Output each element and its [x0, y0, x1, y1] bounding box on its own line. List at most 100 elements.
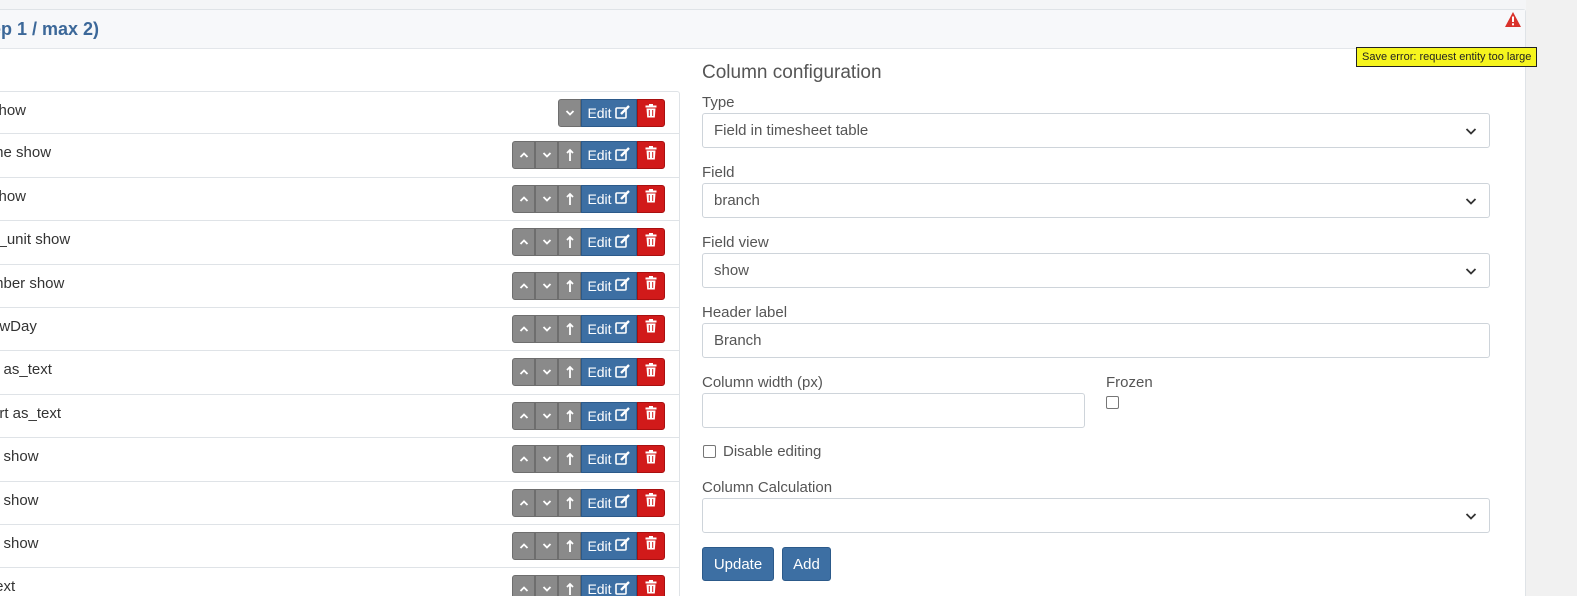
- move-down-button[interactable]: [535, 228, 558, 257]
- move-to-top-button[interactable]: [558, 358, 581, 387]
- move-down-button[interactable]: [535, 401, 558, 430]
- move-to-top-icon: [565, 409, 574, 422]
- edit-button[interactable]: Edit: [581, 314, 637, 343]
- move-down-button[interactable]: [558, 99, 581, 127]
- edit-button-label: Edit: [587, 581, 612, 596]
- row-actions: Edit: [512, 141, 665, 170]
- edit-button-label: Edit: [587, 407, 612, 424]
- move-up-button[interactable]: [512, 445, 535, 474]
- move-up-button[interactable]: [512, 314, 535, 343]
- trash-icon: [645, 493, 657, 512]
- frozen-label: Frozen: [1106, 374, 1153, 391]
- edit-button[interactable]: Edit: [581, 99, 637, 127]
- edit-button[interactable]: Edit: [581, 575, 637, 596]
- move-down-button[interactable]: [535, 271, 558, 300]
- move-to-top-button[interactable]: [558, 488, 581, 517]
- move-to-top-button[interactable]: [558, 401, 581, 430]
- move-up-button[interactable]: [512, 531, 535, 560]
- delete-button[interactable]: [637, 531, 665, 560]
- move-to-top-button[interactable]: [558, 141, 581, 170]
- delete-button[interactable]: [637, 228, 665, 257]
- move-up-button[interactable]: [512, 358, 535, 387]
- move-up-button[interactable]: [512, 575, 535, 596]
- move-to-top-button[interactable]: [558, 575, 581, 596]
- add-button[interactable]: Add: [782, 547, 831, 581]
- edit-button[interactable]: Edit: [581, 401, 637, 430]
- move-up-button[interactable]: [512, 401, 535, 430]
- move-to-top-button[interactable]: [558, 184, 581, 213]
- edit-button-label: Edit: [587, 537, 612, 554]
- delete-button[interactable]: [637, 271, 665, 300]
- chevron-up-icon: [519, 586, 528, 592]
- field-view-select[interactable]: show: [702, 253, 1490, 288]
- header-label-value: Branch: [714, 332, 762, 349]
- disable-editing-checkbox[interactable]: [703, 445, 716, 458]
- edit-button[interactable]: Edit: [581, 358, 637, 387]
- edit-button[interactable]: Edit: [581, 445, 637, 474]
- delete-button[interactable]: [637, 141, 665, 170]
- type-label: Type: [702, 94, 735, 111]
- chevron-up-icon: [519, 499, 528, 506]
- move-to-top-button[interactable]: [558, 445, 581, 474]
- delete-button[interactable]: [637, 575, 665, 596]
- header-label-label: Header label: [702, 304, 788, 321]
- row-actions: Edit: [512, 271, 665, 300]
- edit-button[interactable]: Edit: [581, 184, 637, 213]
- move-up-button[interactable]: [512, 228, 535, 257]
- delete-button[interactable]: [637, 488, 665, 517]
- move-to-top-button[interactable]: [558, 314, 581, 343]
- move-up-button[interactable]: [512, 141, 535, 170]
- move-down-button[interactable]: [535, 575, 558, 596]
- move-down-button[interactable]: [535, 358, 558, 387]
- field-select[interactable]: branch: [702, 183, 1490, 218]
- row-label: e show: [0, 448, 39, 466]
- chevron-down-icon: [542, 239, 551, 245]
- move-to-top-button[interactable]: [558, 271, 581, 300]
- chevron-up-icon: [519, 412, 528, 419]
- edit-button[interactable]: Edit: [581, 531, 637, 560]
- table-row: ft show Edit: [0, 524, 680, 569]
- edit-button[interactable]: Edit: [581, 488, 637, 517]
- delete-button[interactable]: [637, 401, 665, 430]
- table-row: art as_text Edit: [0, 394, 680, 439]
- edit-button[interactable]: Edit: [581, 228, 637, 257]
- field-view-label: Field view: [702, 234, 769, 251]
- move-up-button[interactable]: [512, 184, 535, 213]
- edit-icon: [614, 233, 631, 251]
- delete-button[interactable]: [637, 445, 665, 474]
- frozen-checkbox[interactable]: [1106, 396, 1119, 409]
- move-down-button[interactable]: [535, 184, 558, 213]
- move-to-top-button[interactable]: [558, 531, 581, 560]
- move-to-top-button[interactable]: [558, 228, 581, 257]
- move-down-button[interactable]: [535, 531, 558, 560]
- move-up-button[interactable]: [512, 488, 535, 517]
- delete-button[interactable]: [637, 184, 665, 213]
- move-down-button[interactable]: [535, 445, 558, 474]
- edit-button[interactable]: Edit: [581, 141, 637, 170]
- row-actions: Edit: [512, 358, 665, 387]
- warning-triangle-icon[interactable]: [1504, 11, 1522, 28]
- table-row: text Edit: [0, 568, 680, 596]
- type-select[interactable]: Field in timesheet table: [702, 113, 1490, 148]
- move-to-top-icon: [565, 235, 574, 249]
- chevron-up-icon: [519, 543, 528, 549]
- delete-button[interactable]: [637, 99, 665, 127]
- edit-icon: [614, 190, 631, 207]
- chevron-down-icon: [542, 369, 551, 376]
- column-width-input[interactable]: [702, 393, 1085, 428]
- edit-button[interactable]: Edit: [581, 271, 637, 300]
- chevron-up-icon: [519, 152, 528, 159]
- delete-button[interactable]: [637, 314, 665, 343]
- move-down-button[interactable]: [535, 141, 558, 170]
- update-button[interactable]: Update: [702, 547, 774, 581]
- chevron-down-icon: [542, 326, 551, 332]
- move-to-top-icon: [565, 366, 574, 379]
- table-row: d as_text Edit: [0, 351, 680, 395]
- move-up-button[interactable]: [512, 271, 535, 300]
- move-down-button[interactable]: [535, 314, 558, 343]
- move-down-button[interactable]: [535, 488, 558, 517]
- header-label-input[interactable]: Branch: [702, 323, 1490, 358]
- column-calculation-select[interactable]: [702, 498, 1490, 533]
- page-scrollbar[interactable]: [1526, 0, 1577, 596]
- delete-button[interactable]: [637, 358, 665, 387]
